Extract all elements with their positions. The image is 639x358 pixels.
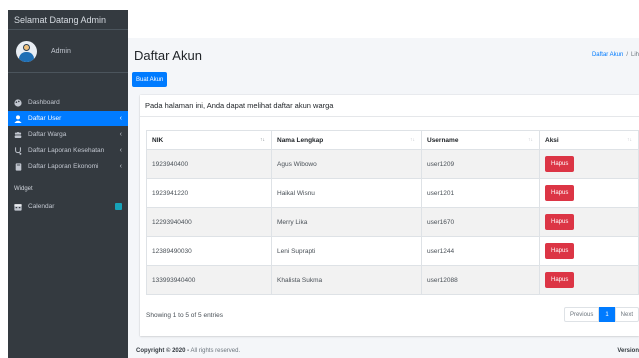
cell-aksi: Hapus	[539, 178, 639, 208]
cell-nik: 12389490030	[146, 236, 272, 266]
rights-text: All rights reserved.	[190, 348, 241, 354]
sidebar-item-daftar-warga[interactable]: Daftar Warga ‹	[8, 127, 128, 142]
delete-button[interactable]: Hapus	[545, 272, 575, 288]
sidebar-item-label: Dashboard	[28, 99, 60, 106]
cell-username: user1244	[421, 236, 540, 266]
avatar-head	[23, 43, 30, 51]
brand-link[interactable]: Selamat Datang Admin	[8, 10, 128, 30]
palette-icon	[14, 98, 22, 107]
sidebar-item-label: Daftar User	[28, 115, 62, 122]
pagination-next[interactable]: Next	[614, 307, 639, 322]
accounts-table: NIK ↑↓ Nama Lengkap ↑↓ Username ↑↓ Aksi ↑↓ 1…	[146, 130, 639, 295]
calendar-badge	[115, 203, 122, 210]
avatar-body	[19, 51, 34, 62]
nav-header-widget: Widget	[14, 186, 33, 192]
table-row: 12389490030 Leni Suprapti user1244 Hapus	[146, 236, 639, 266]
delete-button[interactable]: Hapus	[545, 243, 575, 259]
sort-icon: ↑↓	[627, 137, 632, 143]
delete-button[interactable]: Hapus	[545, 156, 575, 172]
user-panel[interactable]: Admin	[8, 30, 128, 73]
footer-version: Version	[617, 348, 639, 354]
sort-icon: ↑↓	[528, 137, 533, 143]
book-icon	[14, 162, 22, 171]
breadcrumb-link[interactable]: Daftar Akun	[592, 52, 623, 58]
cell-username: user1670	[421, 207, 540, 237]
sidebar-item-laporan-kesehatan[interactable]: Daftar Laporan Kesehatan ‹	[8, 143, 128, 158]
avatar	[16, 40, 37, 62]
breadcrumb-current: Lih	[630, 52, 639, 58]
table-row: 133993940400 Khalista Sukma user12088 Ha…	[146, 265, 639, 295]
cell-nik: 133993940400	[146, 265, 272, 295]
user-name: Admin	[51, 47, 71, 55]
column-header-nik[interactable]: NIK ↑↓	[146, 130, 272, 150]
pagination: Previous 1 Next	[563, 307, 639, 322]
sidebar-item-label: Daftar Laporan Ekonomi	[28, 163, 99, 170]
chevron-left-icon: ‹	[119, 163, 122, 170]
page-title: Daftar Akun	[134, 47, 202, 63]
brand-text: Selamat Datang Admin	[14, 14, 107, 25]
table-row: 12293940400 Merry Lika user1670 Hapus	[146, 207, 639, 237]
table-header-row: NIK ↑↓ Nama Lengkap ↑↓ Username ↑↓ Aksi ↑↓	[146, 130, 639, 150]
create-account-button[interactable]: Buat Akun	[132, 72, 168, 87]
sort-icon: ↑↓	[410, 137, 415, 143]
column-header-username[interactable]: Username ↑↓	[421, 130, 540, 150]
main-content: Daftar Akun Daftar Akun / Lih Buat Akun Pa…	[128, 38, 639, 358]
app-root: Selamat Datang Admin Admin Dashboard Daf…	[0, 0, 639, 358]
cell-nama: Leni Suprapti	[271, 236, 422, 266]
sort-icon: ↑↓	[260, 137, 265, 143]
chevron-left-icon: ‹	[119, 115, 122, 122]
cell-nama: Agus Wibowo	[271, 149, 422, 179]
sidebar-item-calendar[interactable]: Calendar	[8, 199, 128, 214]
cell-username: user1201	[421, 178, 540, 208]
table-info: Showing 1 to 5 of 5 entries	[146, 312, 223, 319]
accounts-card: Pada halaman ini, Anda dapat melihat daf…	[140, 95, 639, 336]
cell-nik: 12293940400	[146, 207, 272, 237]
cell-nama: Khalista Sukma	[271, 265, 422, 295]
footer-copyright: Copyright © 2020 - All rights reserved.	[136, 348, 240, 354]
sidebar-item-label: Daftar Laporan Kesehatan	[28, 147, 105, 154]
cell-username: user1209	[421, 149, 540, 179]
pagination-page-1[interactable]: 1	[599, 307, 615, 322]
pagination-previous[interactable]: Previous	[563, 307, 600, 322]
content-header: Daftar Akun Daftar Akun / Lih	[128, 38, 639, 72]
user-icon	[14, 114, 22, 123]
delete-button[interactable]: Hapus	[545, 185, 575, 201]
sidebar-item-label: Daftar Warga	[28, 131, 67, 138]
cell-nama: Haikal Wisnu	[271, 178, 422, 208]
table-row: 1923940400 Agus Wibowo user1209 Hapus	[146, 149, 639, 179]
stethoscope-icon	[14, 146, 22, 155]
delete-button[interactable]: Hapus	[545, 214, 575, 230]
breadcrumb: Daftar Akun / Lih	[592, 52, 639, 58]
sidebar-item-daftar-user[interactable]: Daftar User ‹	[8, 111, 128, 126]
card-description: Pada halaman ini, Anda dapat melihat daf…	[140, 95, 639, 117]
table-row: 1923941220 Haikal Wisnu user1201 Hapus	[146, 178, 639, 208]
cell-nik: 1923940400	[146, 149, 272, 179]
sidebar-item-dashboard[interactable]: Dashboard	[8, 95, 128, 110]
cell-aksi: Hapus	[539, 236, 639, 266]
cell-nama: Merry Lika	[271, 207, 422, 237]
sidebar-item-laporan-ekonomi[interactable]: Daftar Laporan Ekonomi ‹	[8, 159, 128, 174]
users-icon	[14, 131, 22, 139]
cell-username: user12088	[421, 265, 540, 295]
cell-nik: 1923941220	[146, 178, 272, 208]
chevron-left-icon: ‹	[119, 131, 122, 138]
chevron-left-icon: ‹	[119, 147, 122, 154]
sidebar: Selamat Datang Admin Admin Dashboard Daf…	[8, 10, 128, 358]
cell-aksi: Hapus	[539, 149, 639, 179]
sidebar-item-label: Calendar	[28, 203, 55, 210]
cell-aksi: Hapus	[539, 265, 639, 295]
breadcrumb-separator: /	[626, 52, 628, 58]
copyright-text: Copyright © 2020 -	[136, 348, 190, 354]
sidebar-nav: Dashboard Daftar User ‹ Daftar Warga ‹ D…	[8, 73, 128, 214]
cell-aksi: Hapus	[539, 207, 639, 237]
column-header-aksi[interactable]: Aksi ↑↓	[539, 130, 639, 150]
column-header-nama[interactable]: Nama Lengkap ↑↓	[271, 130, 422, 150]
calendar-icon	[14, 203, 22, 211]
